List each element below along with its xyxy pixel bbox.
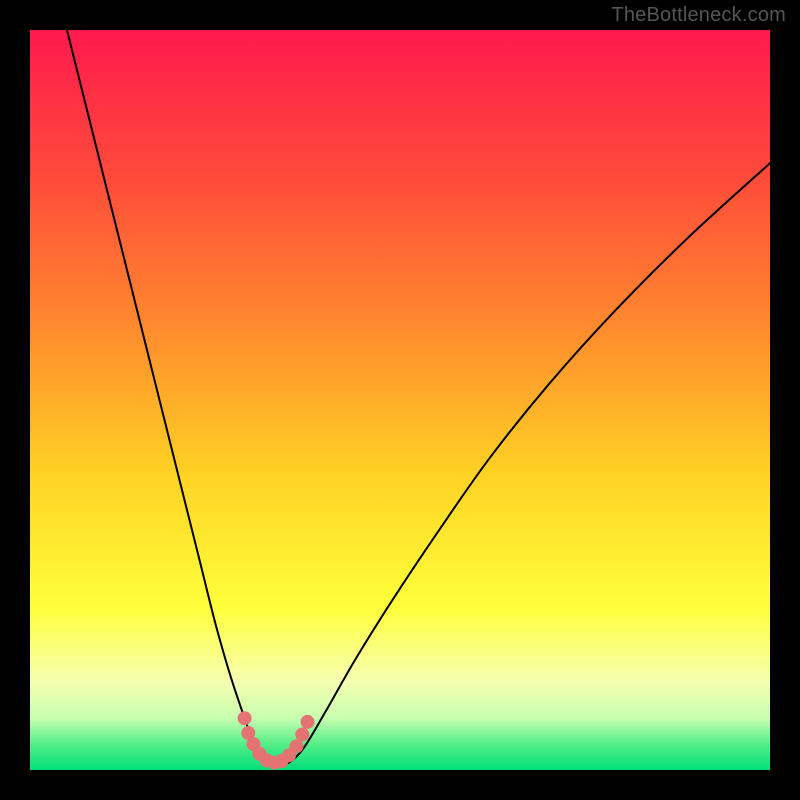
- marker-dot: [301, 715, 315, 729]
- gradient-background: [30, 30, 770, 770]
- marker-dot: [295, 727, 309, 741]
- watermark-text: TheBottleneck.com: [611, 4, 786, 27]
- chart-stage: TheBottleneck.com: [0, 0, 800, 800]
- marker-dot: [238, 711, 252, 725]
- marker-dot: [289, 739, 303, 753]
- chart-svg: [30, 30, 770, 770]
